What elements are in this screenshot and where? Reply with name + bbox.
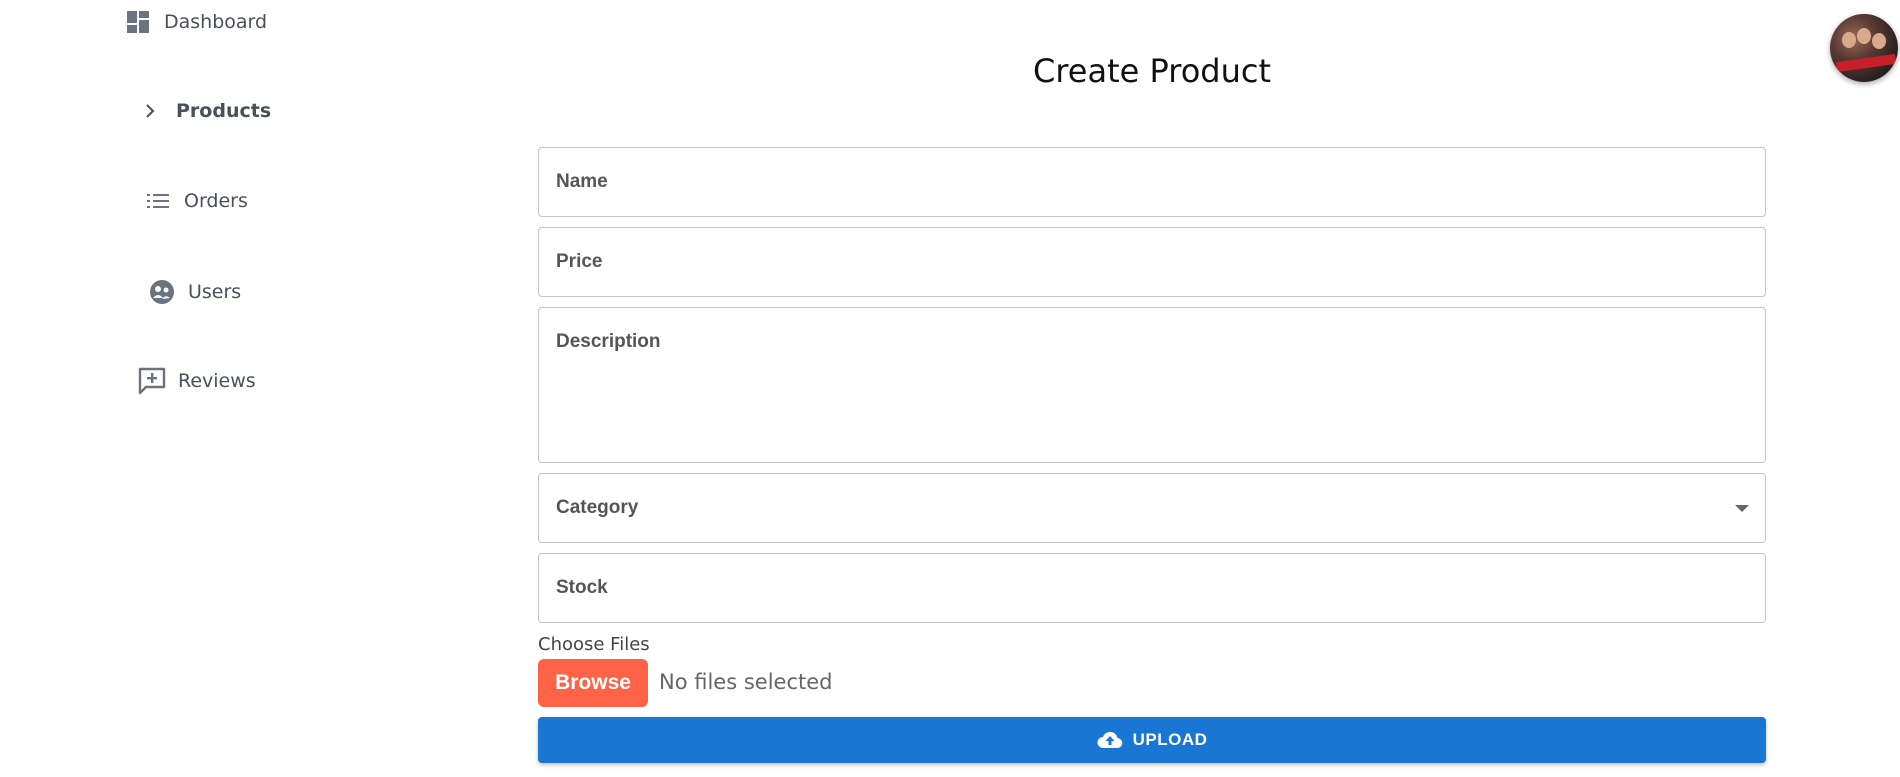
stock-input[interactable]: Stock xyxy=(538,553,1766,623)
sidebar-item-label: Reviews xyxy=(178,370,256,392)
create-product-page: Dashboard Products Orders Users Reviews … xyxy=(0,0,1900,777)
list-icon xyxy=(144,187,172,215)
sidebar-item-orders[interactable]: Orders xyxy=(144,187,248,215)
sidebar: Dashboard Products Orders Users Reviews xyxy=(0,0,380,777)
avatar-banner xyxy=(1835,53,1897,73)
user-avatar[interactable] xyxy=(1830,14,1898,82)
name-input[interactable]: Name xyxy=(538,147,1766,217)
sidebar-item-dashboard[interactable]: Dashboard xyxy=(124,8,267,36)
sidebar-item-label: Users xyxy=(188,281,242,303)
sidebar-item-users[interactable]: Users xyxy=(148,278,241,306)
avatar-face xyxy=(1872,33,1886,49)
sidebar-item-label: Products xyxy=(176,100,272,122)
category-label: Category xyxy=(556,497,639,518)
cloud-upload-icon xyxy=(1097,730,1123,750)
category-select[interactable]: Category xyxy=(538,473,1766,543)
sidebar-item-products[interactable]: Products xyxy=(136,97,271,125)
price-input[interactable]: Price xyxy=(538,227,1766,297)
chevron-right-icon xyxy=(136,97,164,125)
add-comment-icon xyxy=(138,367,166,395)
file-status: No files selected xyxy=(659,670,833,694)
sidebar-item-label: Dashboard xyxy=(164,11,268,33)
description-textarea[interactable]: Description xyxy=(538,307,1766,463)
description-label: Description xyxy=(556,331,661,352)
upload-label: UPLOAD xyxy=(1132,730,1208,749)
upload-button[interactable]: UPLOAD xyxy=(538,717,1766,763)
page-title: Create Product xyxy=(1033,52,1271,90)
sidebar-item-reviews[interactable]: Reviews xyxy=(138,367,256,395)
stock-label: Stock xyxy=(556,577,608,598)
avatar-face xyxy=(1842,32,1856,48)
sidebar-item-label: Orders xyxy=(184,190,248,212)
choose-files-label: Choose Files xyxy=(538,634,650,655)
dashboard-icon xyxy=(124,8,152,36)
dropdown-caret-icon xyxy=(1735,505,1749,512)
price-label: Price xyxy=(556,251,603,272)
browse-button[interactable]: Browse xyxy=(538,659,648,707)
users-icon xyxy=(148,278,176,306)
avatar-face xyxy=(1857,28,1871,44)
name-label: Name xyxy=(556,171,608,192)
